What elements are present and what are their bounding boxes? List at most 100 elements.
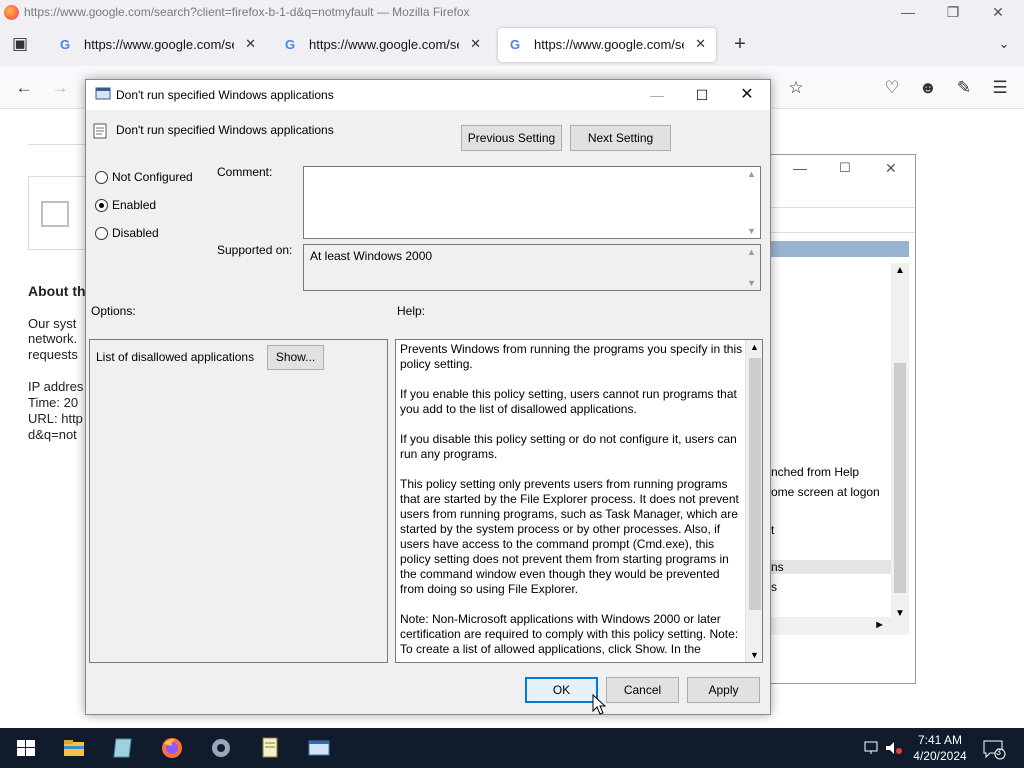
- background-policy-editor-window: — ☐ ✕ nched from Help ome screen at logo…: [770, 154, 916, 684]
- page-text-line: Our syst: [28, 316, 77, 331]
- tab-close-icon[interactable]: ✕: [245, 36, 256, 52]
- forward-arrow-icon[interactable]: →: [48, 76, 72, 100]
- close-icon[interactable]: ✕: [986, 2, 1010, 22]
- firefox-logo-icon: [4, 5, 19, 20]
- divider: [28, 144, 88, 145]
- tab-3-active[interactable]: G https://www.google.com/search ✕: [498, 28, 716, 62]
- policy-editor-taskbar-icon[interactable]: [256, 734, 284, 762]
- list-item[interactable]: s: [771, 580, 777, 594]
- not-configured-label[interactable]: Not Configured: [112, 170, 193, 184]
- list-tabs-chevron-icon[interactable]: ⌄: [992, 32, 1016, 56]
- maximize-icon[interactable]: ☐: [839, 160, 851, 176]
- disabled-label[interactable]: Disabled: [112, 226, 159, 240]
- notepad-icon[interactable]: [109, 734, 137, 762]
- remote-desktop-icon[interactable]: [305, 734, 333, 762]
- list-item[interactable]: t: [771, 523, 774, 537]
- horizontal-scrollbar[interactable]: ►: [771, 617, 909, 635]
- page-text-line: URL: http: [28, 411, 83, 426]
- scroll-thumb[interactable]: [894, 363, 906, 593]
- list-item[interactable]: ome screen at logon: [771, 485, 880, 499]
- dialog-title-bar: Don't run specified Windows applications…: [86, 80, 770, 110]
- minimize-icon[interactable]: —: [896, 2, 920, 22]
- scroll-up-icon[interactable]: ▲: [747, 169, 756, 179]
- bookmark-star-icon[interactable]: ☆: [784, 76, 808, 100]
- volume-muted-icon[interactable]: [884, 740, 904, 756]
- cancel-button[interactable]: Cancel: [606, 677, 679, 703]
- supported-on-field: At least Windows 2000 ▲ ▼: [303, 244, 761, 291]
- scroll-down-icon[interactable]: ▼: [750, 650, 759, 660]
- tab-close-icon[interactable]: ✕: [470, 36, 481, 52]
- help-scrollbar[interactable]: ▲ ▼: [745, 340, 762, 662]
- disabled-radio[interactable]: [95, 227, 108, 240]
- help-paragraph: If you enable this policy setting, users…: [400, 387, 737, 416]
- options-label: Options:: [91, 304, 136, 318]
- captcha-checkbox[interactable]: [41, 201, 69, 227]
- system-clock[interactable]: 7:41 AM 4/20/2024: [905, 732, 975, 764]
- notification-center-icon[interactable]: [982, 738, 1008, 760]
- comment-label: Comment:: [217, 165, 273, 179]
- comment-scrollbar[interactable]: ▲ ▼: [744, 167, 760, 238]
- google-favicon-icon: G: [510, 37, 521, 52]
- scroll-up-icon[interactable]: ▲: [895, 265, 905, 276]
- minimize-icon[interactable]: —: [793, 160, 807, 176]
- file-explorer-icon[interactable]: [60, 734, 88, 762]
- scroll-up-icon[interactable]: ▲: [750, 342, 759, 352]
- list-item[interactable]: ns: [771, 560, 891, 574]
- back-arrow-icon[interactable]: ←: [12, 76, 36, 100]
- taskbar: 7:41 AM 4/20/2024 3: [0, 728, 1024, 768]
- page-text-line: requests: [28, 347, 78, 362]
- tab-close-icon[interactable]: ✕: [695, 36, 706, 52]
- tab-2[interactable]: G https://www.google.com/search ✕: [273, 28, 491, 62]
- supported-on-label: Supported on:: [217, 243, 293, 257]
- options-pane: List of disallowed applications Show...: [89, 339, 388, 663]
- page-heading: About th: [28, 283, 86, 299]
- account-icon[interactable]: ☻: [916, 76, 940, 100]
- help-paragraph: This policy setting only prevents users …: [400, 477, 739, 596]
- firefox-taskbar-icon[interactable]: [158, 734, 186, 762]
- new-tab-icon[interactable]: +: [728, 32, 752, 56]
- extensions-icon[interactable]: ✎: [952, 76, 976, 100]
- google-favicon-icon: G: [285, 37, 296, 52]
- pocket-icon[interactable]: ♡: [880, 76, 904, 100]
- ok-button[interactable]: OK: [525, 677, 598, 703]
- page-text-line: IP addres: [28, 379, 84, 394]
- comment-textarea[interactable]: ▲ ▼: [303, 166, 761, 239]
- network-icon[interactable]: [862, 740, 880, 756]
- enabled-radio[interactable]: [95, 199, 108, 212]
- scroll-down-icon[interactable]: ▼: [747, 278, 756, 288]
- close-icon[interactable]: ✕: [885, 160, 897, 177]
- supported-scrollbar[interactable]: ▲ ▼: [744, 245, 760, 290]
- tab-1[interactable]: G https://www.google.com/search ✕: [48, 28, 266, 62]
- window-title: https://www.google.com/search?client=fir…: [24, 5, 470, 19]
- tab-bar: ▣ G https://www.google.com/search ✕ G ht…: [0, 26, 1024, 66]
- help-label: Help:: [397, 304, 426, 318]
- tab-label: https://www.google.com/search: [534, 37, 684, 52]
- show-button[interactable]: Show...: [267, 345, 324, 370]
- vertical-scrollbar[interactable]: ▲ ▼: [891, 263, 909, 621]
- minimize-icon[interactable]: —: [642, 85, 672, 105]
- scroll-thumb[interactable]: [749, 358, 761, 610]
- firefox-view-icon[interactable]: ▣: [8, 32, 32, 56]
- captcha-box: [28, 176, 88, 250]
- menu-hamburger-icon[interactable]: ☰: [988, 76, 1012, 100]
- next-setting-button[interactable]: Next Setting: [570, 125, 671, 151]
- apply-button[interactable]: Apply: [687, 677, 760, 703]
- maximize-icon[interactable]: ☐: [687, 85, 717, 105]
- page-text-line: network.: [28, 331, 78, 346]
- windows-start-icon[interactable]: [12, 734, 40, 762]
- scroll-right-icon[interactable]: ►: [874, 619, 885, 631]
- policy-setting-icon: [93, 123, 107, 139]
- restore-icon[interactable]: ❐: [941, 2, 965, 22]
- settings-gear-icon[interactable]: [207, 734, 235, 762]
- disallowed-apps-label: List of disallowed applications: [96, 350, 255, 364]
- list-item[interactable]: nched from Help: [771, 465, 859, 479]
- help-paragraph: Note: Non-Microsoft applications with Wi…: [400, 612, 739, 656]
- previous-setting-button[interactable]: Previous Setting: [461, 125, 562, 151]
- not-configured-radio[interactable]: [95, 171, 108, 184]
- enabled-label[interactable]: Enabled: [112, 198, 156, 212]
- scroll-down-icon[interactable]: ▼: [747, 226, 756, 236]
- scroll-up-icon[interactable]: ▲: [747, 247, 756, 257]
- close-icon[interactable]: ✕: [732, 85, 762, 105]
- help-text: Prevents Windows from running the progra…: [400, 342, 746, 662]
- help-paragraph: If you disable this policy setting or do…: [400, 432, 737, 461]
